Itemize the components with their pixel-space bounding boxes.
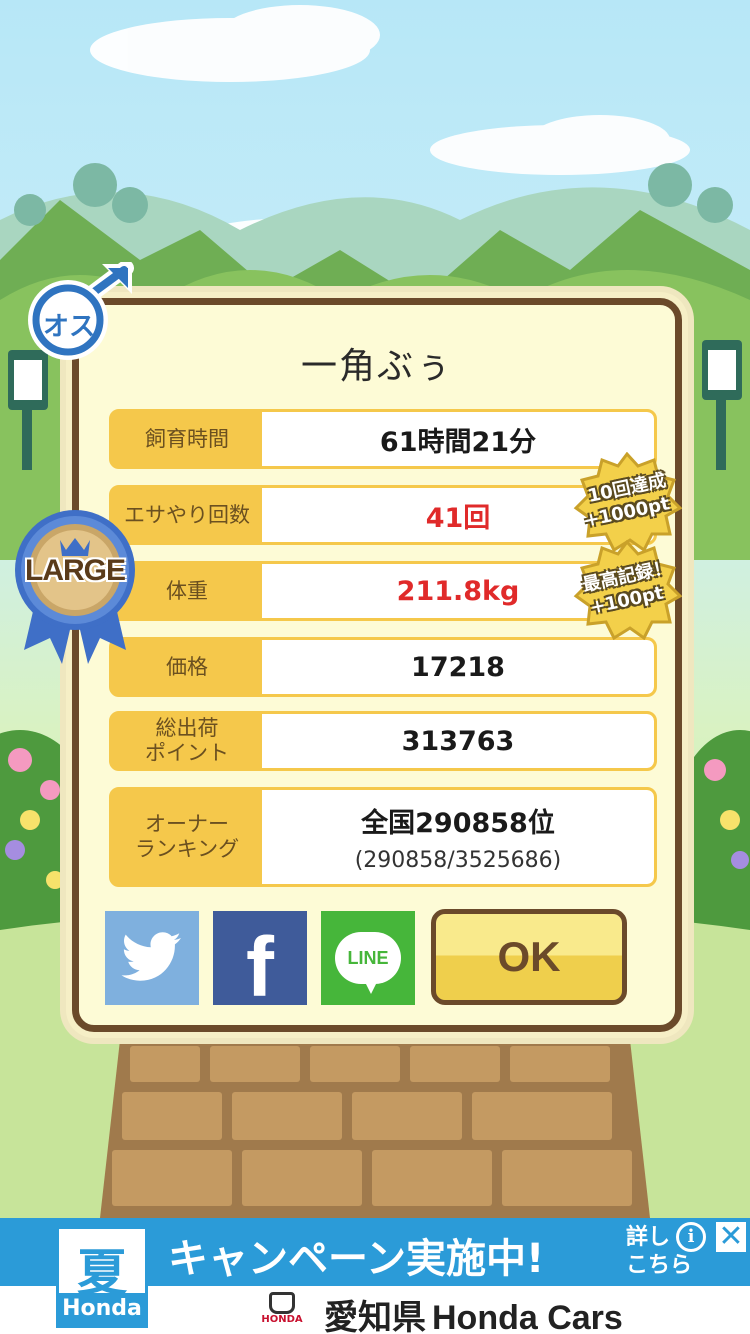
ad-dealer-region: 愛知県 [324,1298,426,1334]
pig-status-dialog: 一角ぶぅ 飼育時間 61時間21分 エサやり回数 41回 体重 211.8kg … [66,292,688,1038]
achievement-badge: 最高記録！ +100pt [572,540,682,640]
line-share-button[interactable]: LINE [321,911,415,1005]
ok-button[interactable]: OK [431,909,627,1005]
stat-row-shipping-points: 総出荷 ポイント 313763 [109,711,657,771]
facebook-share-button[interactable]: f [213,911,307,1014]
ranking-value: 全国290858位 [361,808,555,839]
stat-label: 飼育時間 [145,426,229,451]
stat-row-price: 価格 17218 [109,637,657,697]
ad-dealer: 愛知県 Honda Cars [324,1290,623,1334]
ad-logo-brand: Honda [59,1293,145,1325]
male-gender-icon: オス [24,260,136,362]
line-label: LINE [347,947,389,968]
achievement-badge: 10回達成 +1000pt [572,452,682,552]
twitter-share-button[interactable] [105,911,199,1005]
dialog-frame: 一角ぶぅ 飼育時間 61時間21分 エサやり回数 41回 体重 211.8kg … [72,298,682,1032]
ad-headline: キャンペーン実施中! [168,1236,545,1282]
pig-name: 一角ぶぅ [300,346,453,387]
stat-value: 全国290858位 (290858/3525686) [262,790,654,884]
gender-label: オス [42,312,95,342]
honda-logo-icon: HONDA [256,1292,308,1332]
ranking-detail: (290858/3525686) [354,848,562,873]
stat-label: オーナー ランキング [134,812,240,861]
honda-logo-text: HONDA [261,1314,303,1325]
twitter-icon [121,932,181,981]
ad-dealer-name: Honda Cars [432,1299,623,1334]
stat-row-owner-ranking: オーナー ランキング 全国290858位 (290858/3525686) [109,787,657,887]
large-size-ribbon-icon: LARGE [10,500,140,670]
stat-value: 17218 [262,640,654,694]
ad-info-icon[interactable]: i [676,1222,706,1252]
stat-label: 総出荷 ポイント [145,716,229,765]
facebook-icon: f [246,919,274,1014]
ad-details-line2: こちら [626,1253,693,1278]
line-icon: LINE [335,932,401,994]
ribbon-label: LARGE [25,554,126,587]
ad-choices[interactable]: i ✕ [676,1220,746,1254]
ad-close-icon[interactable]: ✕ [716,1222,746,1252]
ad-logo: 夏 Honda [56,1226,148,1328]
ad-banner[interactable]: 夏 Honda キャンペーン実施中! 詳し こちら i ✕ HONDA 愛知県 H… [0,1218,750,1334]
stat-value: 313763 [262,714,654,768]
